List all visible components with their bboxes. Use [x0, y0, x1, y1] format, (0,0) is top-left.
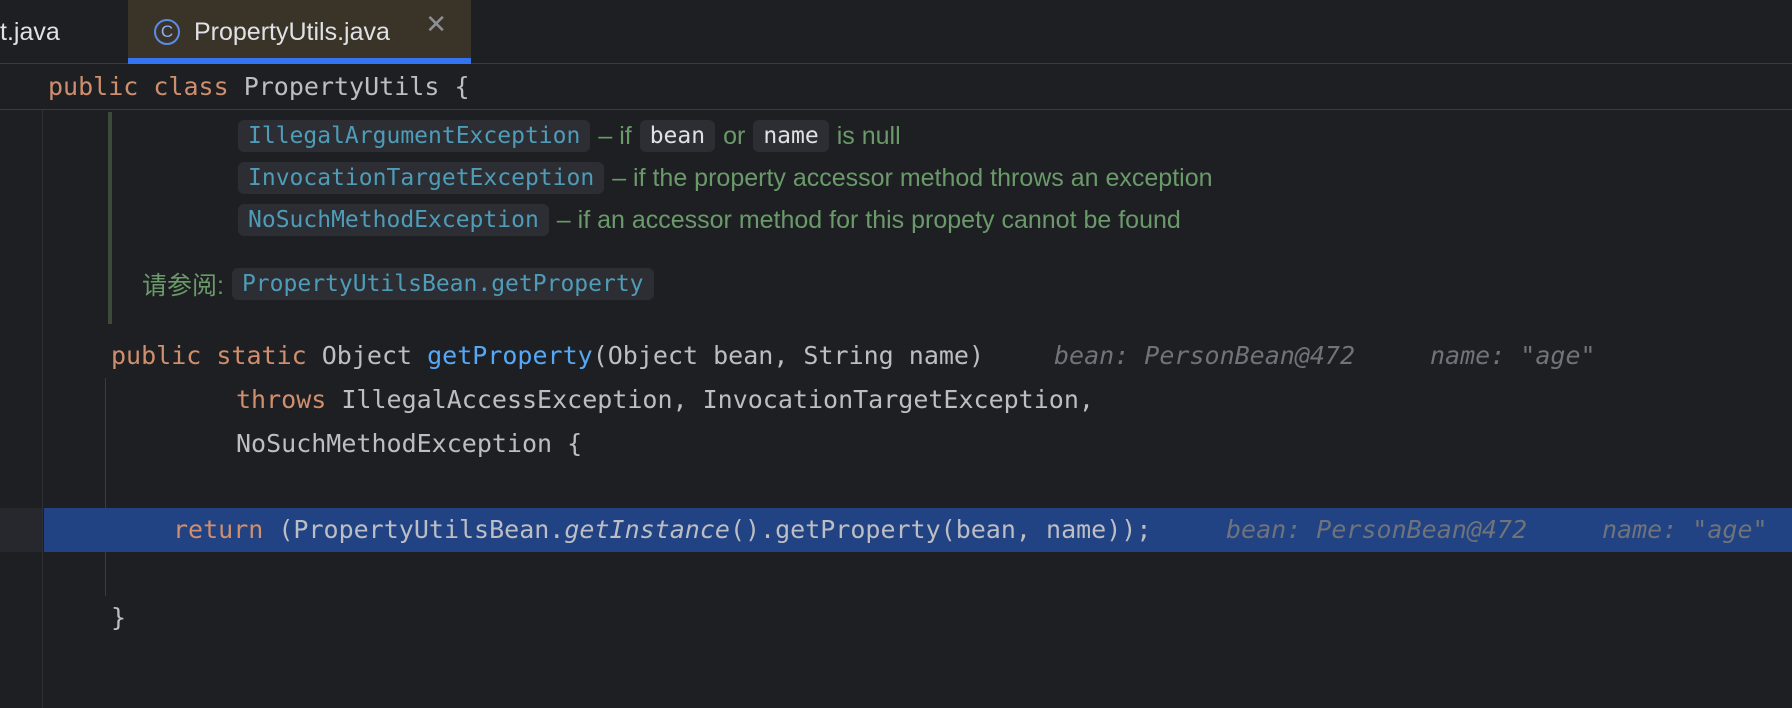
inline-hint-name: name: "age"	[1430, 341, 1596, 370]
doc-text: – if	[598, 121, 632, 150]
class-icon: C	[154, 19, 180, 45]
static-method-call: getInstance	[564, 515, 730, 544]
editor-tab-bar: t.java C PropertyUtils.java ✕	[0, 0, 1792, 64]
method-signature-line[interactable]: public static Object getProperty(Object …	[111, 336, 984, 376]
keyword-throws: throws	[236, 385, 327, 414]
exception-link[interactable]: NoSuchMethodException	[238, 204, 549, 236]
exception-link[interactable]: IllegalArgumentException	[238, 120, 591, 152]
doc-see-row: 请参阅: PropertyUtilsBean.getProperty	[142, 266, 654, 302]
param-chip: bean	[639, 120, 716, 152]
doc-throws-row: IllegalArgumentException – if bean or na…	[238, 120, 901, 152]
tab-label: t.java	[0, 17, 60, 46]
see-label: 请参阅:	[142, 272, 224, 300]
tab-label: PropertyUtils.java	[194, 17, 390, 46]
doc-text: – if the property accessor method throws…	[612, 163, 1213, 192]
gutter-divider	[42, 110, 43, 708]
throws-list: IllegalAccessException, InvocationTarget…	[341, 385, 1094, 414]
throws-line[interactable]: throws IllegalAccessException, Invocatio…	[236, 380, 1094, 420]
see-link[interactable]: PropertyUtilsBean.getProperty	[231, 268, 654, 300]
return-expr-end: ().getProperty(bean, name));	[729, 515, 1152, 544]
exception-link[interactable]: InvocationTargetException	[238, 162, 605, 194]
inline-hint-bean: bean: PersonBean@472	[1226, 515, 1528, 544]
open-brace: {	[454, 72, 470, 101]
rendered-doc-bar	[108, 112, 112, 324]
param-chip: name	[753, 120, 829, 152]
tab-property-utils[interactable]: C PropertyUtils.java ✕	[128, 0, 471, 64]
keyword-return: return	[173, 515, 264, 544]
keyword-public: public	[48, 72, 139, 101]
editor-window: t.java C PropertyUtils.java ✕ public cla…	[0, 0, 1792, 708]
throws-line-continued[interactable]: NoSuchMethodException {	[236, 424, 582, 464]
close-brace: }	[111, 603, 127, 632]
method-params: (Object bean, String name)	[592, 341, 985, 370]
inline-hint-name: name: "age"	[1602, 515, 1768, 544]
doc-throws-row: NoSuchMethodException – if an accessor m…	[238, 204, 1181, 236]
indent-guide	[105, 378, 106, 596]
keyword-static: static	[216, 341, 307, 370]
doc-text: or	[723, 121, 746, 150]
inline-hint-bean: bean: PersonBean@472	[1054, 341, 1356, 370]
return-expr-start: (PropertyUtilsBean.	[278, 515, 565, 544]
close-icon[interactable]: ✕	[425, 10, 447, 40]
doc-text: – if an accessor method for this propety…	[556, 205, 1181, 234]
keyword-class: class	[153, 72, 229, 101]
return-line[interactable]: return (PropertyUtilsBean.getInstance().…	[173, 510, 1151, 550]
execution-gutter-marker	[0, 508, 42, 552]
return-type: Object	[321, 341, 413, 370]
class-name: PropertyUtils	[243, 72, 440, 101]
throws-last: NoSuchMethodException {	[236, 429, 583, 458]
keyword-public: public	[111, 341, 202, 370]
sticky-class-header[interactable]: public class PropertyUtils {	[0, 64, 1792, 110]
doc-throws-row: InvocationTargetException – if the prope…	[238, 162, 1213, 194]
method-name: getProperty	[427, 341, 593, 370]
closing-brace-line[interactable]: }	[111, 598, 126, 638]
tab-previous-file[interactable]: t.java	[0, 0, 126, 64]
doc-text: is null	[836, 121, 901, 150]
